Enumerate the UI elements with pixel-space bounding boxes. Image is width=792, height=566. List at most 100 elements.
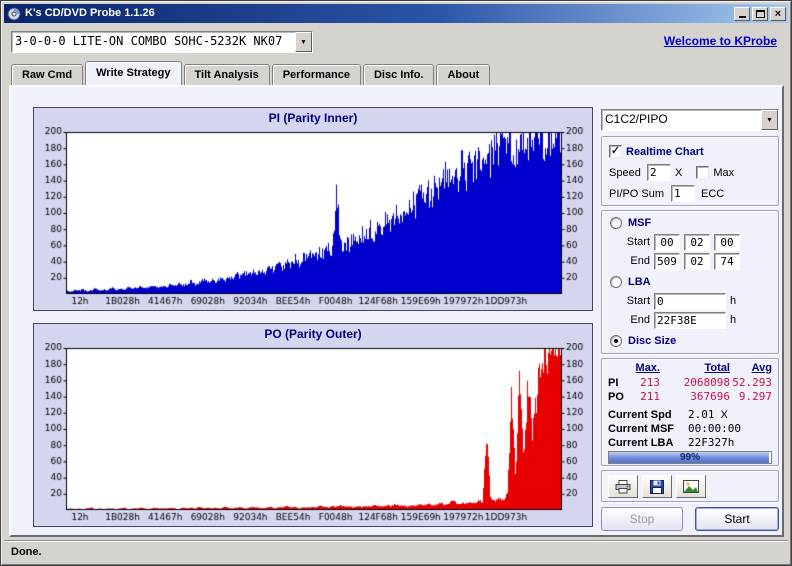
lba-start-unit: h	[730, 295, 737, 307]
stats-header-row: Max. Total Avg	[608, 362, 774, 374]
msf-end-frame-input[interactable]	[714, 252, 740, 270]
lba-end-row: End h	[610, 311, 774, 329]
current-speed-row: Current Spd 2.01 X	[608, 408, 774, 421]
ecc-label: ECC	[701, 187, 725, 200]
speed-label: Speed	[609, 166, 641, 179]
stats-header-total: Total	[704, 362, 730, 374]
msf-start-row: Start	[610, 233, 774, 251]
lba-start-label: Start	[626, 295, 650, 307]
max-speed-checkbox[interactable]: ✓	[696, 166, 710, 179]
mode-select-dropdown-button[interactable]: ▼	[761, 110, 778, 130]
pi-chart-title: PI (Parity Inner)	[268, 111, 358, 125]
lba-label: LBA	[628, 276, 651, 288]
realtime-chart-checkbox[interactable]: ✓	[609, 145, 622, 158]
msf-end-label: End	[630, 255, 650, 267]
realtime-chart-label: Realtime Chart	[626, 145, 704, 158]
stats-row-pi: PI 213 2068098 52.293	[608, 376, 774, 389]
floppy-disk-icon	[650, 479, 664, 494]
speed-row: Speed X ✓ Max	[609, 162, 778, 183]
msf-start-sec-input[interactable]	[684, 233, 710, 251]
pi-chart	[36, 127, 590, 309]
app-icon	[7, 7, 21, 21]
msf-start-min-input[interactable]	[654, 233, 680, 251]
speed-input[interactable]	[647, 164, 671, 181]
welcome-link[interactable]: Welcome to KProbe	[664, 34, 777, 48]
window-controls: ×	[734, 6, 786, 21]
tab-about[interactable]: About	[436, 64, 491, 85]
tab-performance[interactable]: Performance	[271, 64, 361, 85]
stats-po-name: PO	[608, 390, 624, 403]
current-lba-label: Current LBA	[608, 436, 674, 449]
drive-select-dropdown-button[interactable]: ▼	[295, 32, 312, 52]
tab-raw-cmd[interactable]: Raw Cmd	[11, 64, 84, 85]
disc-size-radio[interactable]	[610, 335, 622, 347]
start-button[interactable]: Start	[695, 507, 779, 531]
current-speed-unit: X	[720, 408, 728, 421]
lba-end-input[interactable]	[654, 311, 726, 329]
current-speed-label: Current Spd	[608, 408, 672, 421]
maximize-icon	[755, 9, 765, 18]
mode-select[interactable]: C1C2/PIPO ▼	[601, 109, 779, 131]
lba-end-label: End	[630, 314, 650, 326]
minimize-button[interactable]	[734, 6, 750, 21]
current-speed-value: 2.01	[688, 408, 715, 421]
msf-end-min-input[interactable]	[654, 252, 680, 270]
close-button[interactable]: ×	[770, 6, 786, 21]
stats-pi-total: 2068098	[683, 376, 730, 389]
po-chart-title: PO (Parity Outer)	[264, 327, 362, 341]
drive-select-value: 3-0-0-0 LITE-ON COMBO SOHC-5232K NK07	[15, 34, 283, 48]
msf-radio[interactable]	[610, 217, 622, 229]
export-image-button[interactable]	[676, 475, 706, 498]
tool-buttons-group	[601, 470, 779, 502]
current-msf-row: Current MSF 00:00:00	[608, 422, 774, 435]
app-window: K's CD/DVD Probe 1.1.26 × 3-0-0-0 LITE-O…	[0, 0, 792, 566]
stats-pi-avg: 52.293	[732, 376, 772, 389]
current-lba-value: 22F327h	[688, 436, 735, 449]
disc-size-label: Disc Size	[628, 335, 677, 347]
chevron-down-icon: ▼	[300, 38, 307, 46]
msf-end-row: End	[610, 252, 774, 270]
stats-pi-name: PI	[608, 376, 619, 389]
realtime-chart-row: ✓ Realtime Chart	[609, 141, 778, 162]
tab-write-strategy[interactable]: Write Strategy	[85, 61, 182, 85]
disc-size-radio-row: Disc Size	[610, 332, 774, 350]
current-lba-row: Current LBA 22F327h	[608, 436, 774, 449]
sidebar: C1C2/PIPO ▼ ✓ Realtime Chart Speed X ✓ M…	[601, 109, 779, 537]
stats-po-total: 367696	[690, 390, 730, 403]
stats-header-avg: Avg	[751, 362, 772, 374]
status-bar: Done.	[4, 542, 788, 562]
lba-radio[interactable]	[610, 276, 622, 288]
print-button[interactable]	[608, 475, 638, 498]
printer-icon	[615, 479, 631, 493]
speed-unit-label: X	[675, 166, 683, 179]
save-button[interactable]	[642, 475, 672, 498]
msf-start-label: Start	[626, 236, 650, 248]
po-chart-panel: PO (Parity Outer)	[33, 323, 593, 527]
range-group: MSF Start End LBA	[601, 210, 779, 354]
stop-button[interactable]: Stop	[601, 507, 683, 531]
lba-start-input[interactable]	[654, 292, 726, 310]
current-msf-value: 00:00:00	[688, 422, 741, 435]
title-bar[interactable]: K's CD/DVD Probe 1.1.26 ×	[4, 4, 788, 23]
current-msf-label: Current MSF	[608, 422, 674, 435]
progress-text: 99%	[679, 452, 700, 463]
msf-end-sec-input[interactable]	[684, 252, 710, 270]
check-icon: ✓	[610, 145, 621, 157]
window-title: K's CD/DVD Probe 1.1.26	[25, 7, 155, 19]
msf-label: MSF	[628, 217, 652, 229]
progress-bar: 99%	[608, 451, 772, 464]
tab-disc-info[interactable]: Disc Info.	[362, 64, 435, 85]
close-icon: ×	[774, 7, 782, 20]
maximize-button[interactable]	[752, 6, 768, 21]
tab-tilt-analysis[interactable]: Tilt Analysis	[183, 64, 270, 85]
pipo-sum-row: PI/PO Sum ECC	[609, 183, 778, 204]
msf-radio-row: MSF	[610, 214, 774, 232]
max-speed-label: Max	[713, 166, 735, 179]
drive-select[interactable]: 3-0-0-0 LITE-ON COMBO SOHC-5232K NK07 ▼	[11, 31, 313, 53]
msf-start-frame-input[interactable]	[714, 233, 740, 251]
pipo-sum-label: PI/PO Sum	[609, 187, 665, 200]
stats-po-avg: 9.297	[738, 390, 772, 403]
stats-group: Max. Total Avg PI 213 2068098 52.293 PO …	[601, 358, 779, 466]
chart-options-group: ✓ Realtime Chart Speed X ✓ Max PI/PO Sum…	[601, 136, 779, 206]
pipo-sum-input[interactable]	[671, 185, 695, 202]
